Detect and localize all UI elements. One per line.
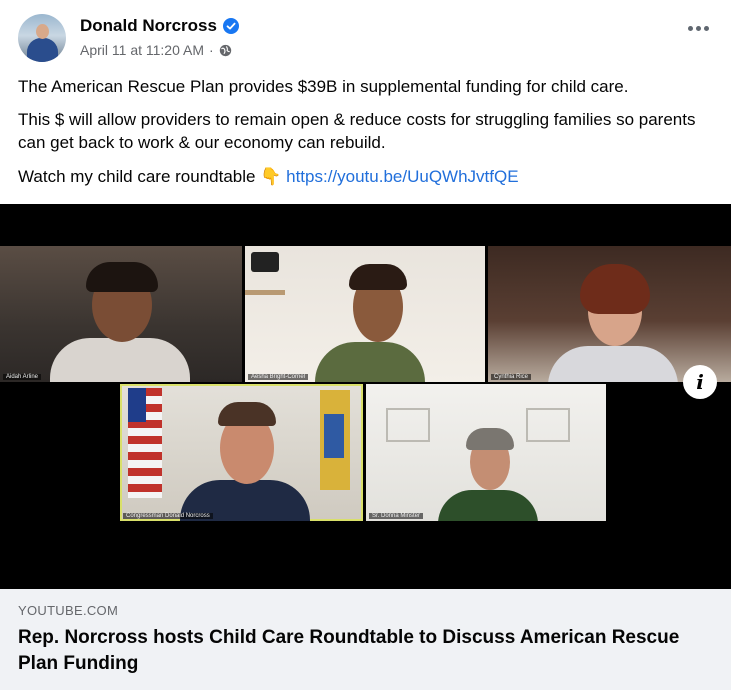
participant-name-1: Aidah Arline <box>3 374 42 380</box>
roundtable-text: Watch my child care roundtable <box>18 167 256 186</box>
post-timestamp[interactable]: April 11 at 11:20 AM <box>80 42 204 58</box>
participant-tile-1: Aidah Arline <box>0 246 242 382</box>
link-domain: YOUTUBE.COM <box>18 603 119 618</box>
post-meta: April 11 at 11:20 AM · <box>80 42 232 58</box>
pointing-down-emoji: 👇 <box>260 167 282 186</box>
post-text-line3: Watch my child care roundtable 👇 https:/… <box>18 165 718 188</box>
globe-icon <box>219 44 231 56</box>
video-top-strip <box>0 204 731 241</box>
participant-tile-5: Sr. Donna Minster <box>366 384 606 521</box>
avatar-figure-body <box>27 38 58 62</box>
participant-tile-3: Cynthia Rice <box>488 246 731 382</box>
participant-name-4: Congressman Donald Norcross <box>123 513 213 519</box>
participant-name-3: Cynthia Rice <box>491 374 532 380</box>
post-header: Donald Norcross April 11 at 11:20 AM · <box>0 0 731 72</box>
verified-badge-icon <box>222 18 239 34</box>
post-text-line1: The American Rescue Plan provides $39B i… <box>18 77 629 96</box>
participant-tile-2: Aesha Bright-Cornel <box>245 246 485 382</box>
video-thumbnail[interactable]: Aidah Arline Aesha Bright-Cornel Cynthia… <box>0 204 731 589</box>
more-options-icon[interactable] <box>688 26 709 31</box>
video-bottom-strip <box>0 521 731 589</box>
youtube-link[interactable]: https://youtu.be/UuQWhJvtfQE <box>286 167 518 186</box>
author-name[interactable]: Donald Norcross <box>80 16 217 36</box>
author-avatar[interactable] <box>18 14 66 62</box>
participant-tile-4: Congressman Donald Norcross <box>120 384 363 521</box>
post-text-line2: This $ will allow providers to remain op… <box>18 110 696 152</box>
meta-separator: · <box>209 42 214 58</box>
link-title[interactable]: Rep. Norcross hosts Child Care Roundtabl… <box>18 625 708 677</box>
author-name-row: Donald Norcross <box>80 16 239 36</box>
link-preview[interactable]: YOUTUBE.COM Rep. Norcross hosts Child Ca… <box>0 589 731 690</box>
info-icon[interactable]: i <box>683 365 717 399</box>
participant-name-2: Aesha Bright-Cornel <box>248 374 309 380</box>
participant-name-5: Sr. Donna Minster <box>369 513 424 519</box>
avatar-figure-head <box>36 24 49 39</box>
